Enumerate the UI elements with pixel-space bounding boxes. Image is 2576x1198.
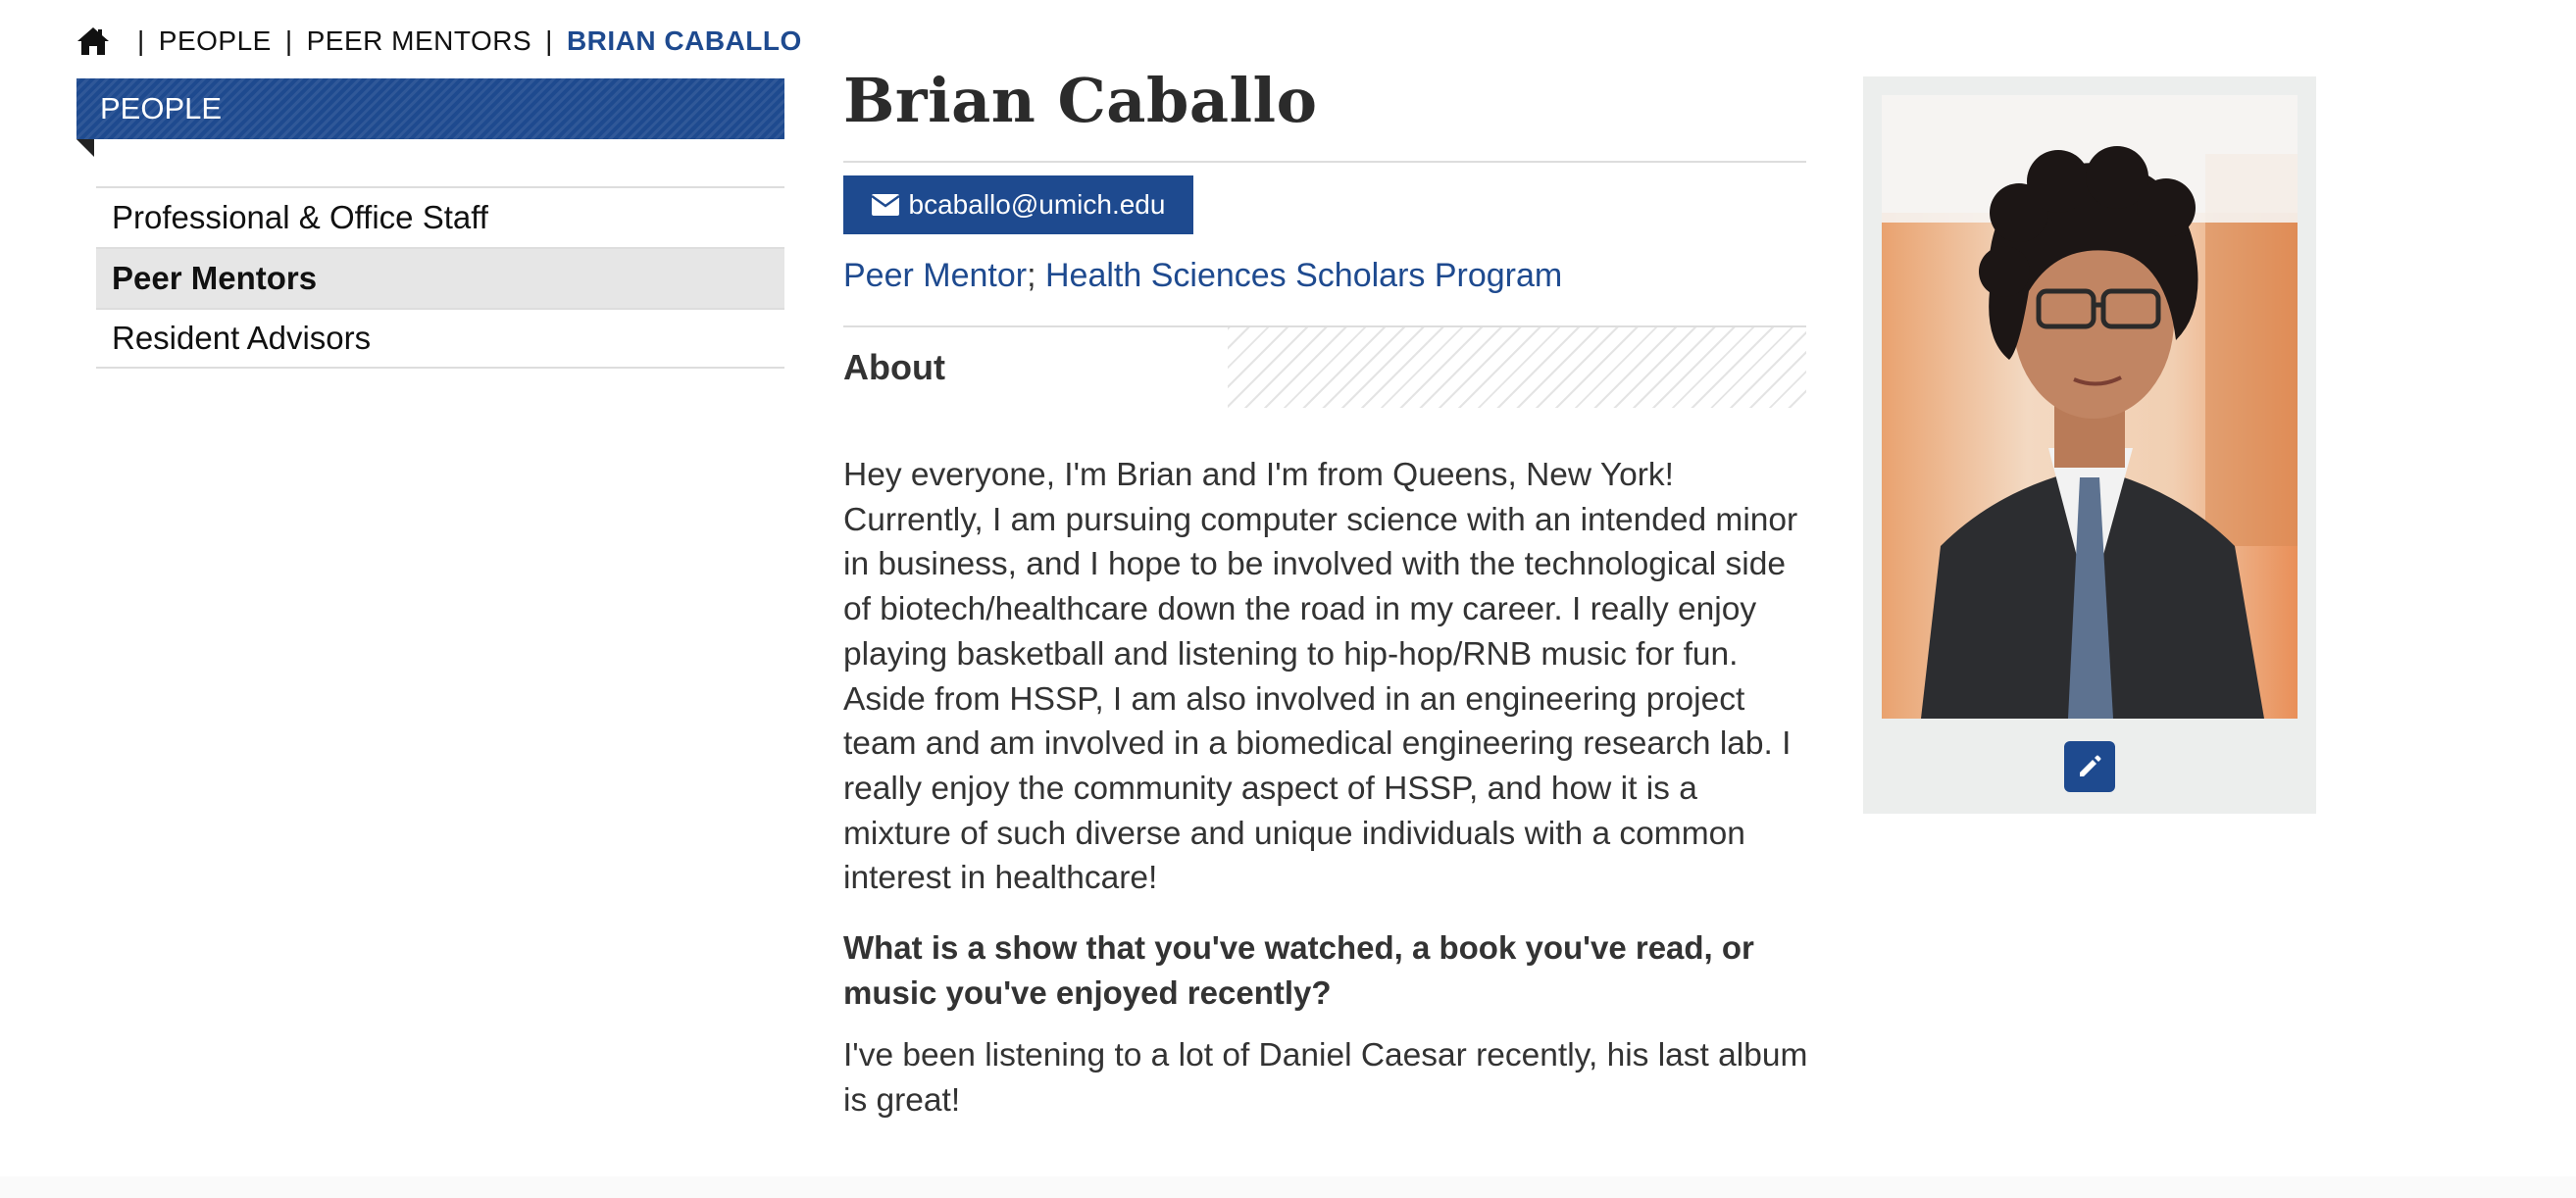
sidebar-nav: Professional & Office Staff Peer Mentors…	[96, 186, 784, 369]
envelope-icon	[871, 194, 899, 216]
email-button[interactable]: bcaballo@umich.edu	[843, 175, 1193, 234]
email-address: bcaballo@umich.edu	[908, 189, 1166, 220]
breadcrumb-separator: |	[284, 25, 293, 56]
role-link[interactable]: Peer Mentor	[843, 257, 1027, 294]
pencil-icon	[2080, 755, 2101, 776]
sidebar-item-label: Peer Mentors	[112, 260, 318, 296]
breadcrumb: | PEOPLE | PEER MENTORS | BRIAN CABALLO	[76, 24, 802, 59]
home-icon[interactable]	[76, 26, 110, 56]
breadcrumb-peer-mentors-link[interactable]: PEER MENTORS	[307, 25, 532, 57]
about-hatch-decoration	[1228, 327, 1806, 408]
question-heading: What is a show that you've watched, a bo…	[843, 929, 1754, 1011]
breadcrumb-separator: |	[137, 25, 145, 56]
breadcrumb-current: BRIAN CABALLO	[566, 25, 802, 56]
title-divider	[843, 161, 1806, 163]
roles-line: Peer Mentor; Health Sciences Scholars Pr…	[843, 257, 1562, 295]
breadcrumb-separator: |	[545, 25, 553, 56]
sidebar-heading: PEOPLE	[76, 78, 784, 139]
profile-photo-card	[1863, 76, 2316, 814]
edit-button[interactable]	[2064, 741, 2115, 792]
sidebar-item-resident-advisors[interactable]: Resident Advisors	[96, 308, 784, 369]
sidebar-item-peer-mentors[interactable]: Peer Mentors	[96, 247, 784, 308]
sidebar-item-label: Resident Advisors	[112, 320, 372, 356]
profile-photo	[1882, 95, 2298, 719]
answer-text: I've been listening to a lot of Daniel C…	[843, 1037, 1808, 1119]
page-title: Brian Caballo	[843, 65, 1318, 136]
sidebar-heading-label: PEOPLE	[100, 91, 223, 125]
bio-text: Hey everyone, I'm Brian and I'm from Que…	[843, 457, 1798, 897]
sidebar-heading-fold	[76, 139, 94, 157]
role-separator: ;	[1027, 257, 1036, 294]
program-link[interactable]: Health Sciences Scholars Program	[1045, 257, 1562, 294]
about-heading: About	[843, 347, 945, 387]
footer-edge	[0, 1176, 2576, 1198]
breadcrumb-people-link[interactable]: PEOPLE	[159, 25, 272, 57]
sidebar-item-professional-office-staff[interactable]: Professional & Office Staff	[96, 186, 784, 247]
sidebar-item-label: Professional & Office Staff	[112, 199, 488, 235]
